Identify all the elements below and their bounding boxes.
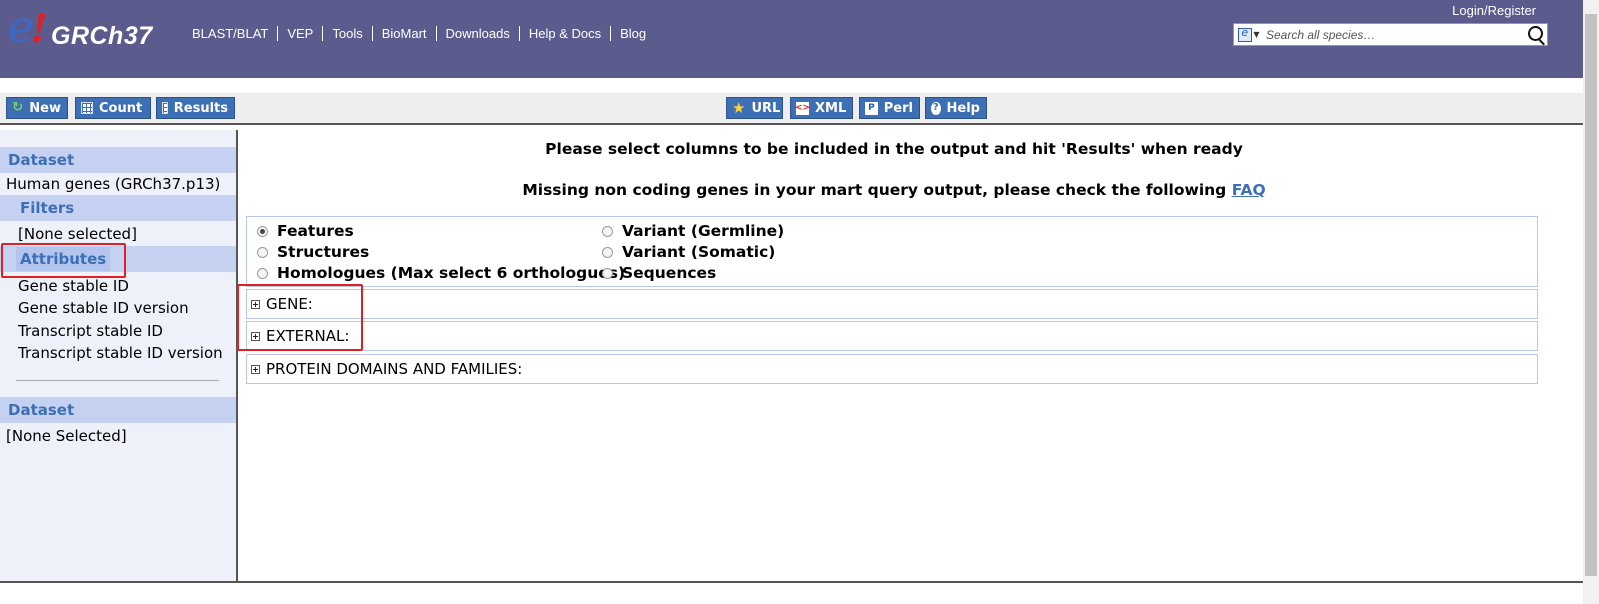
nav-link-blog[interactable]: Blog — [610, 26, 655, 41]
login-register-link[interactable]: Login/Register — [1452, 3, 1536, 18]
page-option-sequences[interactable]: Sequences — [602, 263, 716, 284]
sidebar-divider — [16, 380, 219, 381]
radio-features[interactable] — [257, 226, 268, 237]
radio-variant-germline[interactable] — [602, 226, 613, 237]
nav-link-vep[interactable]: VEP — [277, 26, 322, 41]
scrollbar-thumb[interactable] — [1585, 14, 1597, 576]
section-protein-domains-label: PROTEIN DOMAINS AND FAMILIES: — [266, 360, 523, 378]
missing-genes-notice: Missing non coding genes in your mart qu… — [238, 181, 1550, 199]
sidebar-dataset-value[interactable]: Human genes (GRCh37.p13) — [6, 174, 220, 194]
expand-icon[interactable] — [251, 364, 260, 374]
sidebar-filters-heading[interactable]: Filters — [0, 195, 236, 221]
section-protein-domains-header[interactable]: PROTEIN DOMAINS AND FAMILIES: — [251, 360, 522, 378]
page-option-variant-somatic[interactable]: Variant (Somatic) — [602, 242, 775, 263]
page-option-label: Sequences — [622, 264, 717, 282]
missing-genes-text: Missing non coding genes in your mart qu… — [522, 181, 1227, 199]
species-icon — [1238, 26, 1253, 42]
page-option-homologues[interactable]: Homologues (Max select 6 orthologues) — [257, 263, 625, 284]
section-gene[interactable]: GENE: — [246, 289, 1538, 319]
help-button-label: Help — [946, 100, 980, 116]
query-sidebar: Dataset Human genes (GRCh37.p13) Filters… — [0, 130, 238, 583]
attribute-page-selector: Features Structures Homologues (Max sele… — [246, 216, 1538, 287]
attributes-main-panel: Please select columns to be included in … — [238, 130, 1550, 583]
vertical-scrollbar[interactable] — [1583, 0, 1599, 604]
page-option-variant-germline[interactable]: Variant (Germline) — [602, 221, 784, 242]
page-option-label: Structures — [277, 243, 370, 261]
nav-link-help-docs[interactable]: Help & Docs — [518, 26, 610, 41]
xml-button-label: XML — [815, 100, 847, 116]
page-option-structures[interactable]: Structures — [257, 242, 369, 263]
section-external[interactable]: EXTERNAL: — [246, 321, 1538, 351]
sidebar-attribute-item[interactable]: Transcript stable ID — [18, 321, 163, 341]
help-icon: ? — [931, 101, 941, 115]
count-button[interactable]: Count — [75, 97, 151, 119]
new-button[interactable]: ↻ New — [6, 97, 68, 119]
section-protein-domains[interactable]: PROTEIN DOMAINS AND FAMILIES: — [246, 354, 1538, 384]
logo-exclamation: ! — [31, 6, 48, 51]
sidebar-dataset2-heading[interactable]: Dataset — [0, 397, 236, 423]
new-button-label: New — [29, 100, 61, 116]
masthead: e ! GRCh37 BLAST/BLAT VEP Tools BioMart … — [0, 0, 1583, 78]
search-button[interactable] — [1525, 24, 1547, 45]
star-icon: ★ — [732, 99, 746, 117]
xml-button[interactable]: <> XML — [790, 97, 853, 119]
faq-link[interactable]: FAQ — [1232, 181, 1266, 199]
species-dropdown[interactable]: ▼ — [1234, 24, 1264, 45]
xml-icon: <> — [794, 101, 811, 115]
sidebar-attribute-item[interactable]: Transcript stable ID version — [18, 343, 223, 363]
table-icon — [162, 102, 168, 114]
section-gene-label: GENE: — [266, 295, 313, 313]
nav-link-tools[interactable]: Tools — [322, 26, 371, 41]
page-option-label: Features — [277, 222, 354, 240]
instruction-text: Please select columns to be included in … — [545, 140, 1243, 158]
logo-assembly-text: GRCh37 — [51, 22, 153, 50]
search-icon — [1528, 26, 1543, 41]
perl-button-label: Perl — [883, 100, 913, 116]
biomart-toolbar: ↻ New Count Results ★ URL <> XML P Perl … — [0, 93, 1583, 125]
count-button-label: Count — [99, 100, 143, 116]
caret-down-icon: ▼ — [1253, 30, 1260, 39]
radio-structures[interactable] — [257, 247, 268, 258]
nav-link-biomart[interactable]: BioMart — [371, 26, 436, 41]
section-gene-header[interactable]: GENE: — [251, 295, 313, 313]
expand-icon[interactable] — [251, 331, 260, 341]
sidebar-attribute-item[interactable]: Gene stable ID version — [18, 298, 189, 318]
sidebar-attribute-item[interactable]: Gene stable ID — [18, 276, 129, 296]
species-search-box: ▼ — [1233, 23, 1548, 46]
help-button[interactable]: ? Help — [925, 97, 987, 119]
page-option-label: Homologues (Max select 6 orthologues) — [277, 264, 626, 282]
radio-sequences[interactable] — [602, 268, 613, 279]
results-button[interactable]: Results — [156, 97, 235, 119]
radio-variant-somatic[interactable] — [602, 247, 613, 258]
top-navigation: BLAST/BLAT VEP Tools BioMart Downloads H… — [190, 26, 655, 41]
expand-icon[interactable] — [251, 299, 260, 309]
url-button-label: URL — [751, 100, 781, 116]
sidebar-dataset2-value[interactable]: [None Selected] — [6, 426, 127, 446]
sidebar-filters-value[interactable]: [None selected] — [18, 224, 137, 244]
page-option-label: Variant (Somatic) — [622, 243, 776, 261]
page-option-label: Variant (Germline) — [622, 222, 785, 240]
refresh-icon: ↻ — [12, 100, 24, 115]
perl-button[interactable]: P Perl — [859, 97, 920, 119]
section-external-label: EXTERNAL: — [266, 327, 350, 345]
page-option-features[interactable]: Features — [257, 221, 354, 242]
results-button-label: Results — [173, 100, 228, 116]
calculator-icon — [81, 102, 93, 114]
nav-link-downloads[interactable]: Downloads — [435, 26, 519, 41]
search-input[interactable] — [1264, 25, 1525, 44]
section-external-header[interactable]: EXTERNAL: — [251, 327, 349, 345]
page-bottom-border — [0, 581, 1583, 583]
radio-homologues[interactable] — [257, 268, 268, 279]
url-button[interactable]: ★ URL — [726, 97, 783, 119]
sidebar-dataset-heading[interactable]: Dataset — [0, 147, 236, 173]
sidebar-attributes-heading[interactable]: Attributes — [16, 247, 111, 271]
perl-icon: P — [865, 101, 878, 115]
nav-link-blast-blat[interactable]: BLAST/BLAT — [190, 26, 277, 41]
